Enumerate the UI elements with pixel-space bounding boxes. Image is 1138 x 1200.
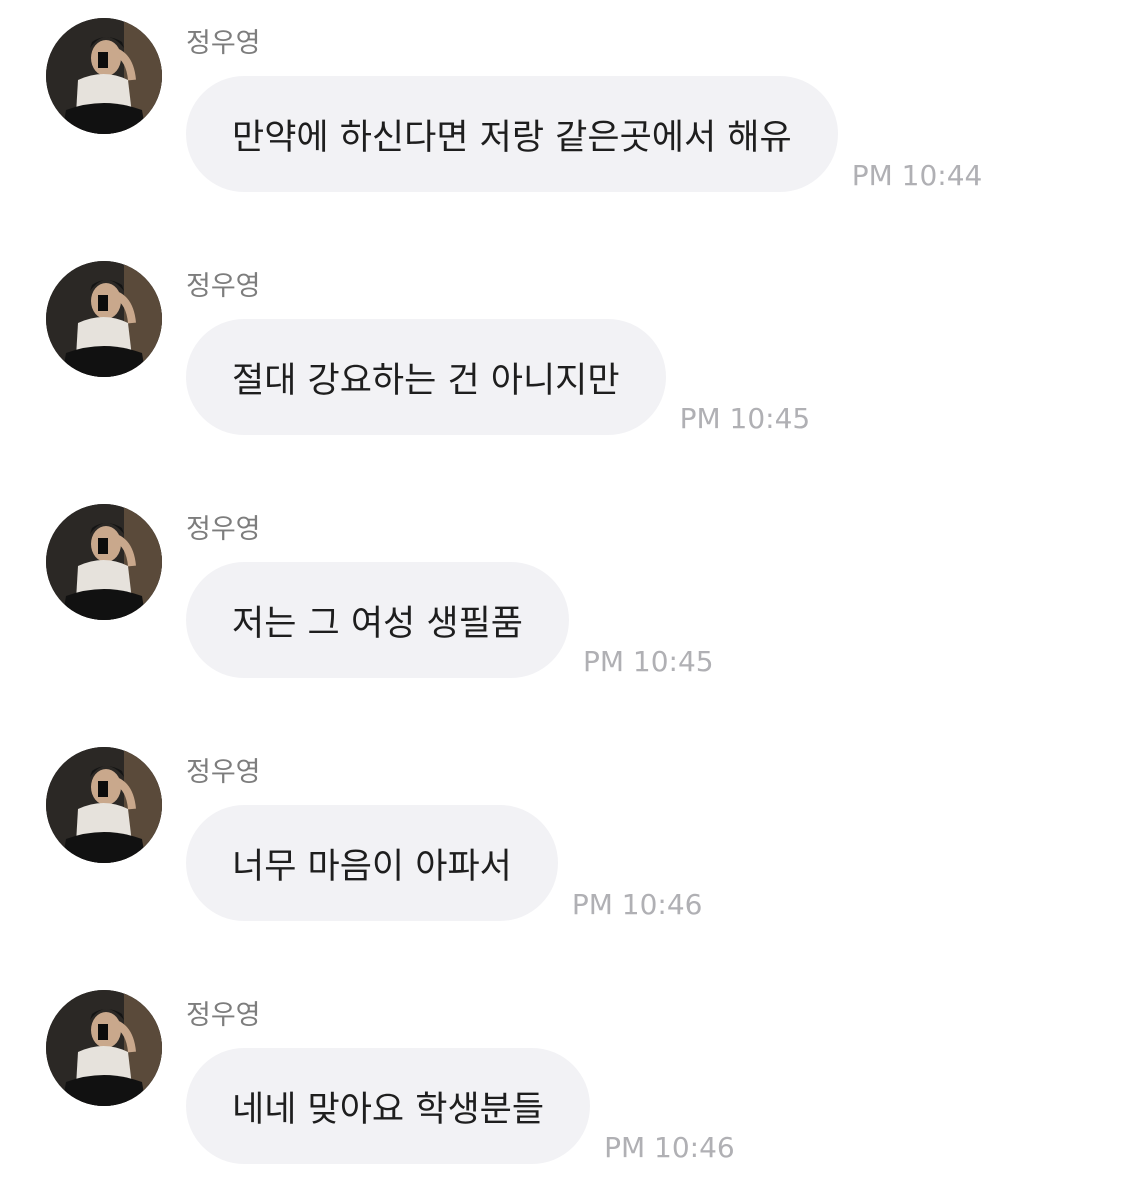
message-timestamp: PM 10:46	[604, 1131, 735, 1164]
chat-message: 정우영 절대 강요하는 건 아니지만 PM 10:45	[0, 243, 1138, 443]
chat-message: 정우영 저는 그 여성 생필품 PM 10:45	[0, 486, 1138, 686]
avatar-photo-icon	[46, 261, 162, 377]
message-bubble[interactable]: 저는 그 여성 생필품	[186, 562, 569, 678]
chat-message: 정우영 만약에 하신다면 저랑 같은곳에서 해유 PM 10:44	[0, 0, 1138, 200]
sender-avatar[interactable]	[46, 261, 162, 377]
avatar-photo-icon	[46, 747, 162, 863]
sender-name: 정우영	[186, 271, 261, 302]
message-timestamp: PM 10:46	[571, 888, 703, 921]
sender-name: 정우영	[186, 1000, 261, 1031]
sender-avatar[interactable]	[46, 504, 162, 620]
chat-message: 정우영 네네 맞아요 학생분들 PM 10:46	[0, 972, 1138, 1172]
message-bubble[interactable]: 네네 맞아요 학생분들	[186, 1048, 591, 1164]
sender-name: 정우영	[186, 757, 261, 788]
message-bubble[interactable]: 너무 마음이 아파서	[186, 805, 558, 921]
message-timestamp: PM 10:45	[679, 402, 811, 435]
avatar-photo-icon	[46, 504, 162, 620]
sender-avatar[interactable]	[46, 18, 162, 134]
sender-avatar[interactable]	[46, 747, 162, 863]
avatar-photo-icon	[46, 18, 162, 134]
message-bubble[interactable]: 만약에 하신다면 저랑 같은곳에서 해유	[186, 76, 838, 192]
avatar-photo-icon	[46, 990, 162, 1106]
message-timestamp: PM 10:45	[582, 645, 714, 678]
message-timestamp: PM 10:44	[851, 159, 983, 192]
sender-avatar[interactable]	[46, 990, 162, 1106]
message-bubble[interactable]: 절대 강요하는 건 아니지만	[186, 319, 666, 435]
sender-name: 정우영	[186, 28, 261, 59]
chat-message: 정우영 너무 마음이 아파서 PM 10:46	[0, 729, 1138, 929]
sender-name: 정우영	[186, 514, 261, 545]
